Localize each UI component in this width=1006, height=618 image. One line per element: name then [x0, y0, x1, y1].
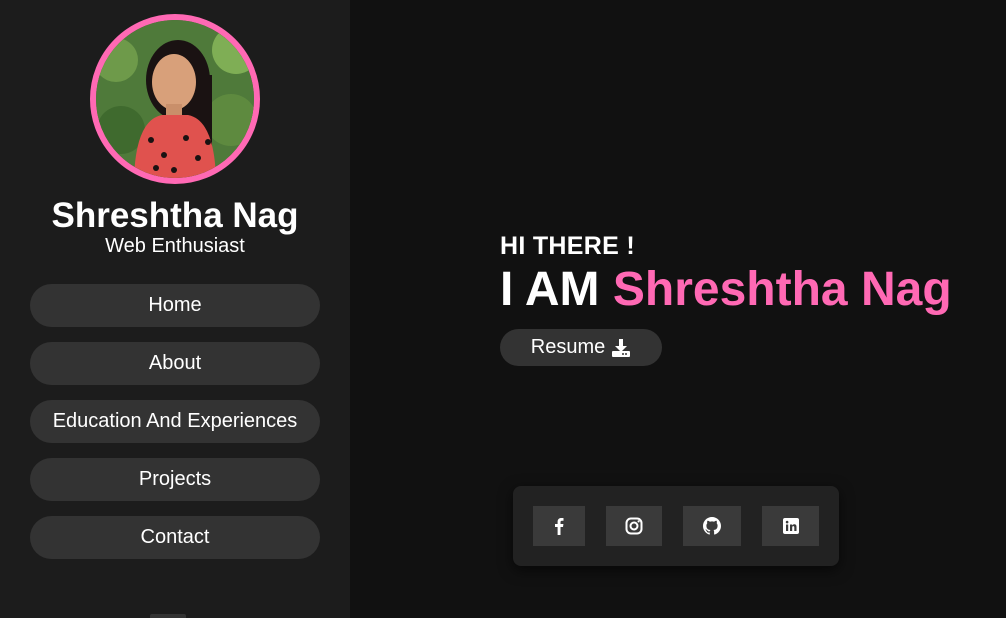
- profile-role: Web Enthusiast: [105, 235, 245, 257]
- portfolio-page: Shreshtha Nag Web Enthusiast Home About …: [0, 0, 1006, 618]
- hero-name: Shreshtha Nag: [612, 263, 952, 316]
- resume-label: Resume: [530, 336, 606, 358]
- github-button[interactable]: [683, 506, 741, 546]
- nav-item-education[interactable]: Education And Experiences: [30, 400, 320, 443]
- nav-item-projects[interactable]: Projects: [30, 458, 320, 501]
- linkedin-button[interactable]: [762, 506, 819, 546]
- github-icon: [703, 517, 721, 535]
- profile-photo: [96, 20, 254, 178]
- resume-button[interactable]: Resume: [500, 329, 662, 366]
- profile-name: Shreshtha Nag: [51, 196, 299, 235]
- download-icon: [612, 338, 631, 357]
- avatar: [90, 14, 260, 184]
- nav-item-contact[interactable]: Contact: [30, 516, 320, 559]
- social-links: [513, 486, 839, 566]
- sidebar-scroll-handle[interactable]: [150, 614, 186, 618]
- sidebar-nav: Home About Education And Experiences Pro…: [30, 284, 320, 574]
- instagram-button[interactable]: [606, 506, 662, 546]
- sidebar: Shreshtha Nag Web Enthusiast Home About …: [0, 0, 350, 618]
- hero-intro: I AM: [500, 263, 600, 316]
- nav-item-about[interactable]: About: [30, 342, 320, 385]
- facebook-button[interactable]: [533, 506, 585, 546]
- hero-headline: I AM Shreshtha Nag: [500, 262, 952, 317]
- facebook-icon: [555, 518, 564, 535]
- instagram-icon: [625, 517, 643, 535]
- hero-greeting: HI THERE !: [500, 232, 635, 260]
- nav-item-home[interactable]: Home: [30, 284, 320, 327]
- linkedin-icon: [782, 518, 799, 534]
